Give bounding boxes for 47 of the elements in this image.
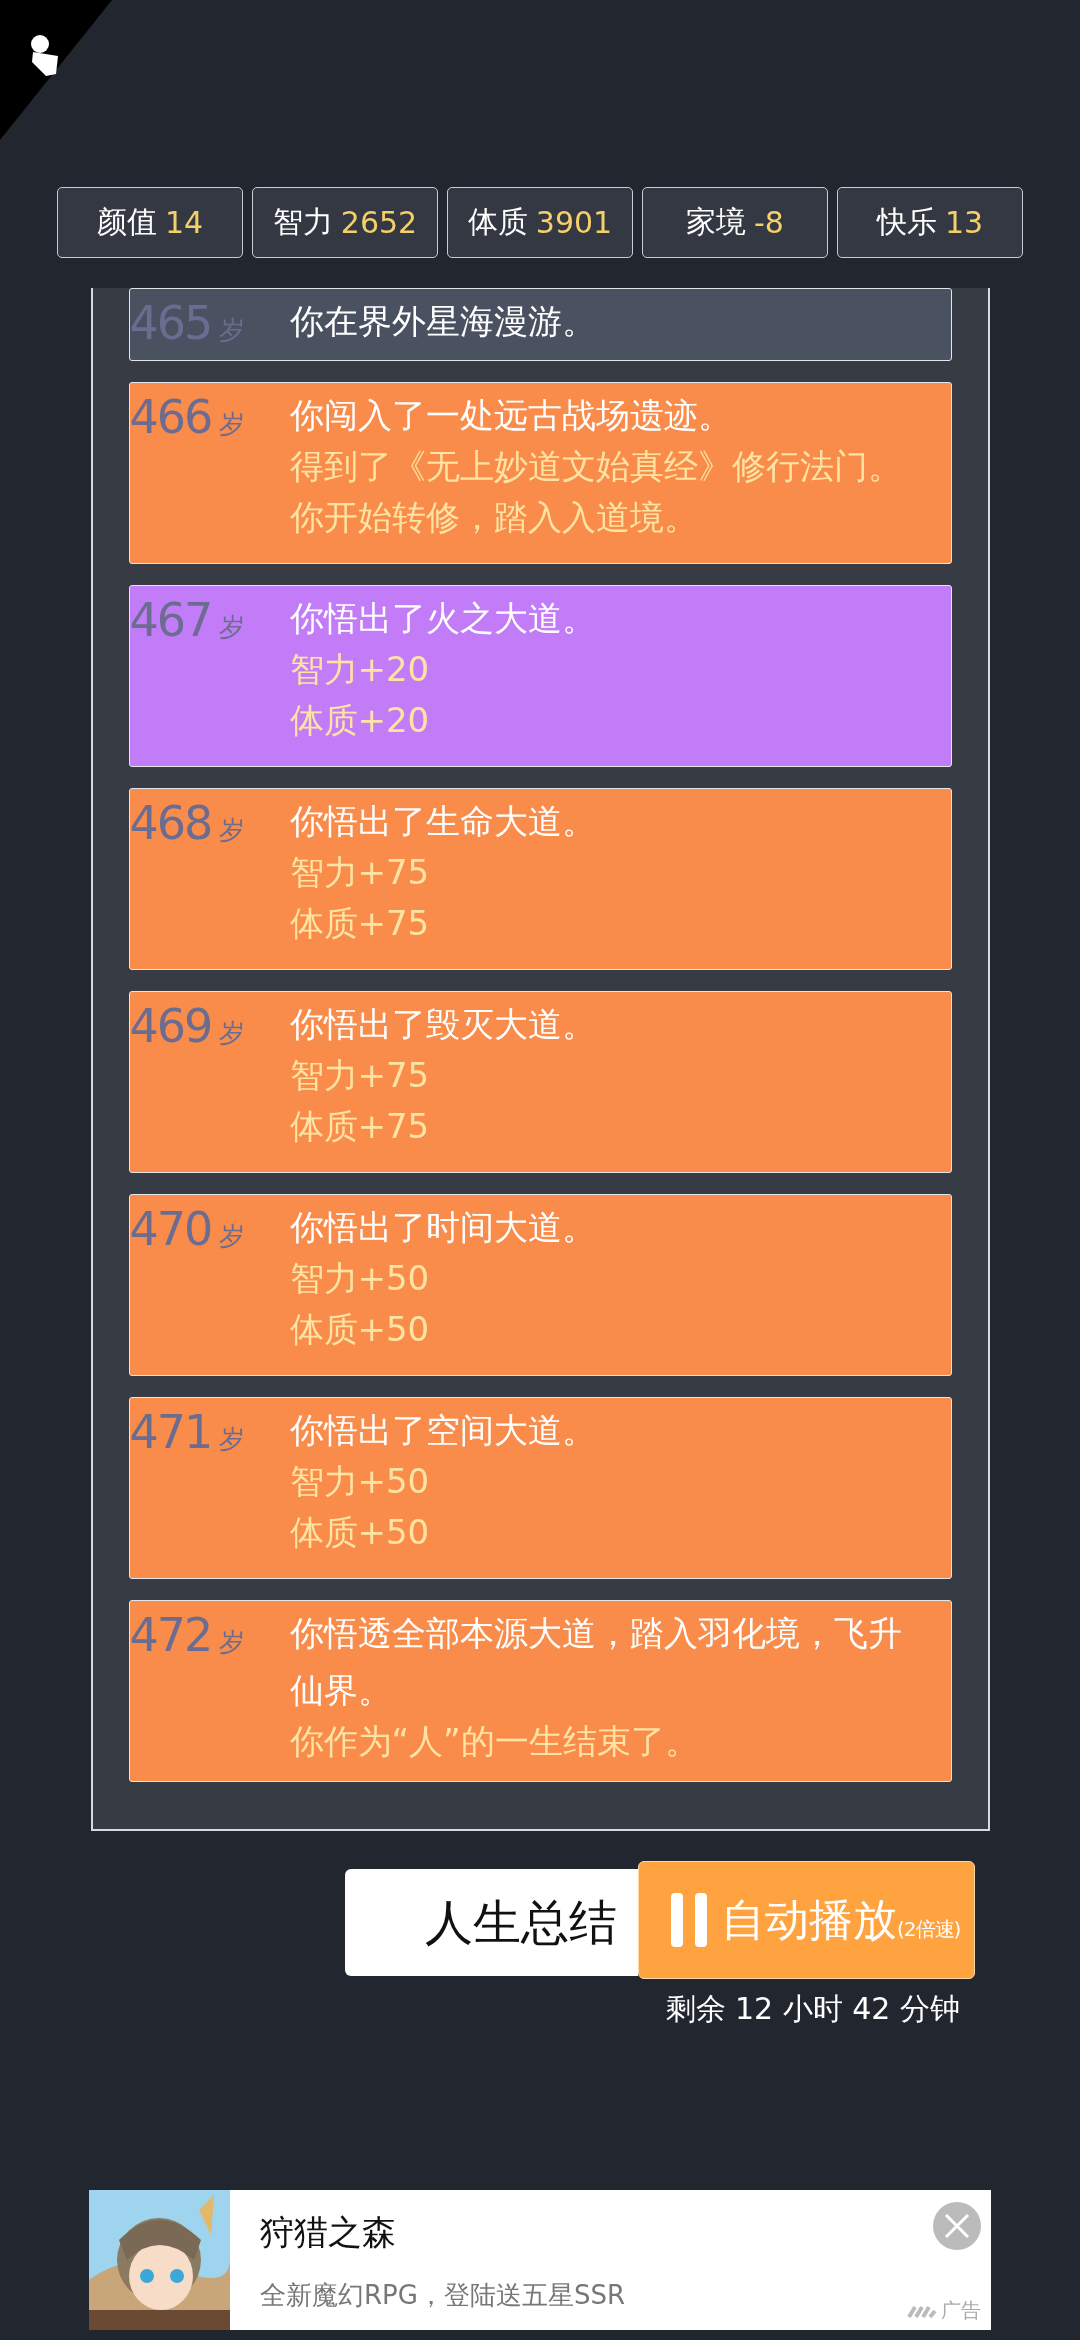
age-number: 471: [129, 1408, 212, 1456]
age-number: 467: [129, 596, 212, 644]
ad-banner[interactable]: 狩猎之森 全新魔幻RPG，登陆送五星SSR 广告: [89, 2190, 991, 2330]
age-number: 466: [129, 393, 212, 441]
ad-tag: 广告: [941, 2297, 981, 2324]
age-unit: 岁: [219, 1220, 246, 1253]
event-text: 体质+50: [289, 1308, 431, 1351]
event-text: 你闯入了一处远古战场遗迹。: [289, 394, 733, 437]
ad-subtitle: 全新魔幻RPG，登陆送五星SSR: [260, 2279, 625, 2312]
event-text: 你在界外星海漫游。: [289, 300, 597, 343]
close-icon[interactable]: [933, 2202, 981, 2250]
stat-label: 家境 -8: [642, 187, 828, 258]
event-text: 体质+75: [289, 1105, 431, 1148]
stat-label: 智力 2652: [252, 187, 438, 258]
ad-title: 狩猎之森: [260, 2211, 397, 2254]
remaining-time: 剩余 12 小时 42 分钟: [665, 1990, 960, 2028]
event-text: 智力+75: [289, 1054, 431, 1097]
event-text: 你悟透全部本源大道，踏入羽化境，飞升仙界。: [289, 1612, 903, 1712]
stat-label: 颜值 14: [57, 187, 243, 258]
event-text: 智力+20: [289, 648, 431, 691]
stat-label: 快乐 13: [837, 187, 1023, 258]
age-unit: 岁: [219, 1626, 246, 1659]
event-text: 你悟出了火之大道。: [289, 597, 597, 640]
stat-label: 体质 3901: [447, 187, 633, 258]
event-text: 体质+75: [289, 902, 431, 945]
event-text: 智力+50: [289, 1460, 431, 1503]
event-text: 你悟出了空间大道。: [289, 1409, 597, 1452]
event-text: 你悟出了时间大道。: [289, 1206, 597, 1249]
age-unit: 岁: [219, 408, 246, 441]
event-text: 你作为“人”的一生结束了。: [289, 1720, 700, 1763]
event-text: 你悟出了生命大道。: [289, 800, 597, 843]
event-text: 你悟出了毁灭大道。: [289, 1003, 597, 1046]
event-text: 体质+20: [289, 699, 431, 742]
age-number: 472: [129, 1611, 212, 1659]
age-unit: 岁: [219, 1017, 246, 1050]
event-text: 智力+75: [289, 851, 431, 894]
age-unit: 岁: [219, 611, 246, 644]
event-text: 智力+50: [289, 1257, 431, 1300]
age-unit: 岁: [219, 814, 246, 847]
summary-button[interactable]: 人生总结: [345, 1869, 638, 1976]
age-number: 468: [129, 799, 212, 847]
age-number: 470: [129, 1205, 212, 1253]
event-text: 你开始转修，踏入入道境。: [289, 496, 699, 539]
age-number: 469: [129, 1002, 212, 1050]
event-text: 体质+50: [289, 1511, 431, 1554]
age-unit: 岁: [219, 1423, 246, 1456]
event-text: 得到了《无上妙道文始真经》修行法门。: [289, 445, 903, 488]
